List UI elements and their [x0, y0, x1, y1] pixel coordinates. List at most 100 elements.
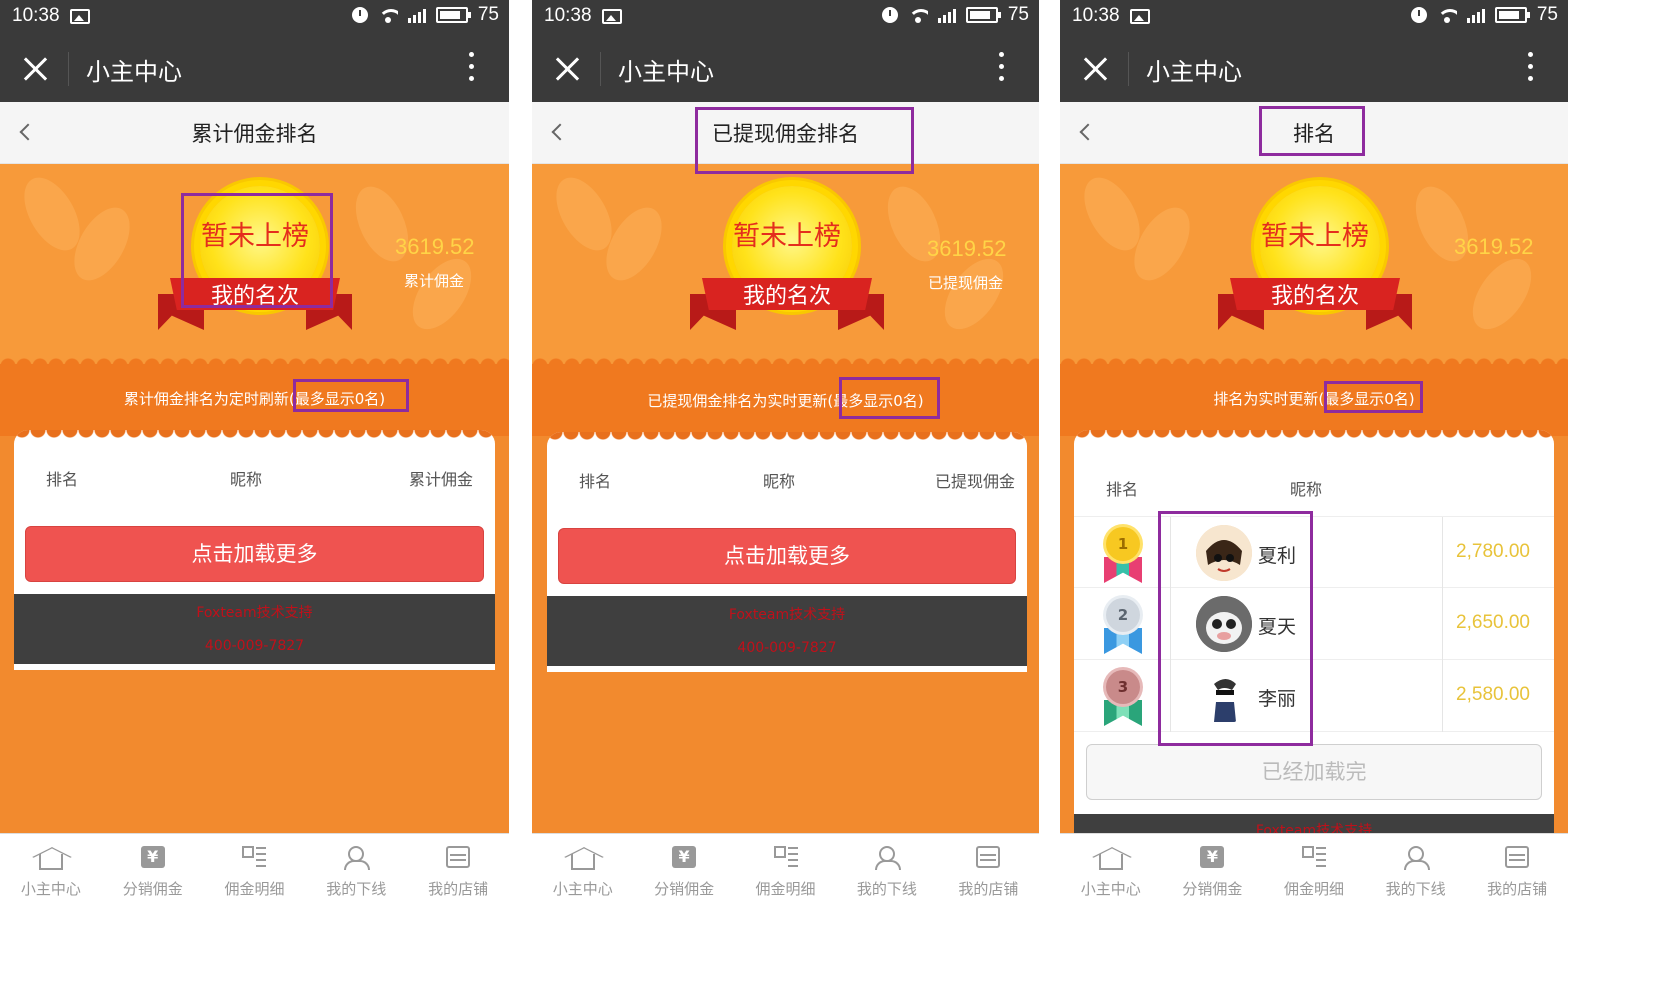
close-icon[interactable] [22, 56, 48, 82]
notice-limit: (最多显示0名) [288, 390, 386, 408]
rank-status-text: 暂未上榜 [1261, 221, 1369, 252]
status-right-group: 75 [351, 4, 499, 26]
avatar [1196, 596, 1252, 652]
signal-icon [937, 7, 956, 23]
header-rank: 排名 [1106, 480, 1139, 499]
header-nickname: 昵称 [763, 472, 796, 491]
header-rank: 排名 [579, 472, 612, 491]
commission-amount: 3619.52 [395, 234, 475, 259]
nav-bar: 累计佣金排名 [0, 102, 509, 164]
column-divider [1442, 588, 1443, 660]
notice-prefix: 排名为实时更新 [1213, 390, 1319, 408]
support-footer: Foxteam技术支持 400-009-7827 [547, 596, 1027, 666]
notice-prefix: 已提现佣金排名为实时更新 [647, 392, 828, 410]
tab-label: 我的下线 [856, 880, 917, 898]
column-divider [1442, 517, 1443, 589]
load-more-button[interactable]: 点击加载更多 [558, 528, 1016, 584]
tab-my-downline[interactable]: 我的下线 [1365, 834, 1467, 905]
tab-commission-details[interactable]: 佣金明细 [204, 834, 306, 905]
member-name: 夏利 [1258, 545, 1297, 567]
load-more-button[interactable]: 点击加载更多 [25, 526, 484, 582]
all-loaded-button[interactable]: 已经加载完 [1086, 744, 1542, 800]
alarm-icon [1410, 7, 1427, 23]
tab-commission-details[interactable]: 佣金明细 [735, 834, 836, 905]
tab-my-downline[interactable]: 我的下线 [836, 834, 937, 905]
rank-badge: 暂未上榜 我的名次 [1218, 186, 1412, 346]
member-amount: 2,780.00 [1456, 541, 1530, 562]
table-row[interactable]: 3 李丽 2,580.00 [1074, 660, 1554, 732]
status-bar: 10:38 75 [0, 0, 509, 34]
wifi-icon [1436, 7, 1457, 23]
app-title: 小主中心 [618, 58, 714, 86]
list-icon [1301, 846, 1326, 868]
alarm-icon [881, 7, 898, 23]
title-bar: 小主中心 [1060, 34, 1568, 102]
screenshot-stage: 10:38 75 小主中心 累计佣金排名 暂未上榜 我的名次 3619.52 累… [0, 0, 1663, 983]
table-row[interactable]: 2 夏天 2,650.00 [1074, 588, 1554, 660]
notice-text: 排名为实时更新(最多显示0名) [1060, 388, 1568, 409]
card-scallop-edge [547, 432, 1027, 446]
battery-icon [1494, 7, 1530, 23]
avatar [1196, 525, 1252, 581]
page-title: 排名 [1293, 122, 1335, 146]
tab-home[interactable]: 小主中心 [0, 834, 102, 905]
rank-status-text: 暂未上榜 [733, 221, 841, 252]
more-menu-icon[interactable] [999, 52, 1005, 84]
close-icon[interactable] [554, 56, 580, 82]
battery-level: 75 [477, 4, 499, 25]
medal-rank: 2 [1106, 598, 1140, 632]
tab-my-shop[interactable]: 我的店铺 [1466, 834, 1568, 905]
status-time: 10:38 [544, 5, 592, 26]
tab-distribution-commission[interactable]: ¥ 分销佣金 [102, 834, 204, 905]
close-icon[interactable] [1082, 56, 1108, 82]
notice-limit: (最多显示0名) [827, 392, 924, 410]
tab-home[interactable]: 小主中心 [532, 834, 633, 905]
member-name: 夏天 [1258, 616, 1297, 638]
people-icon [874, 846, 901, 870]
shop-icon [1505, 846, 1530, 868]
hero-banner: 暂未上榜 我的名次 3619.52 [1060, 164, 1568, 364]
scallop-edge [1060, 356, 1568, 366]
bottom-tabbar: 小主中心 ¥ 分销佣金 佣金明细 我的下线 我的店铺 [0, 833, 509, 905]
tab-label: 我的下线 [1385, 880, 1446, 898]
nav-bar: 已提现佣金排名 [532, 102, 1039, 164]
more-menu-icon[interactable] [1528, 52, 1534, 84]
support-phone: 400-009-7827 [737, 640, 837, 656]
card-scallop-edge [1074, 430, 1554, 444]
tab-label: 我的店铺 [958, 880, 1019, 898]
hero-banner: 暂未上榜 我的名次 3619.52 累计佣金 [0, 164, 509, 364]
support-footer: Foxteam技术支持 400-009-7827 [14, 594, 495, 664]
yen-icon: ¥ [672, 846, 697, 868]
notice-band: 累计佣金排名为定时刷新(最多显示0名) [0, 356, 509, 436]
my-rank-label: 我的名次 [1270, 284, 1359, 309]
battery-icon [435, 7, 471, 23]
more-menu-icon[interactable] [469, 52, 475, 84]
notice-text: 已提现佣金排名为实时更新(最多显示0名) [532, 390, 1039, 411]
page-title: 累计佣金排名 [191, 122, 318, 146]
battery-level: 75 [1536, 4, 1558, 25]
tab-distribution-commission[interactable]: ¥ 分销佣金 [1162, 834, 1264, 905]
people-icon [1403, 846, 1430, 870]
card-scallop-edge [14, 430, 495, 444]
tab-my-downline[interactable]: 我的下线 [305, 834, 407, 905]
signal-icon [407, 7, 426, 23]
title-divider [1128, 52, 1129, 86]
member-amount: 2,650.00 [1456, 612, 1530, 633]
commission-amount: 3619.52 [1454, 234, 1534, 259]
header-rank: 排名 [46, 470, 79, 489]
tab-home[interactable]: 小主中心 [1060, 834, 1162, 905]
tab-distribution-commission[interactable]: ¥ 分销佣金 [633, 834, 734, 905]
status-bar: 10:38 75 [532, 0, 1039, 34]
tab-label: 分销佣金 [122, 880, 183, 898]
rank-status-text: 暂未上榜 [201, 221, 309, 252]
tab-my-shop[interactable]: 我的店铺 [938, 834, 1039, 905]
header-amount: 累计佣金 [408, 470, 473, 489]
table-row[interactable]: 1 夏利 2,780.00 [1074, 516, 1554, 589]
tab-my-shop[interactable]: 我的店铺 [407, 834, 509, 905]
tab-label: 我的店铺 [1487, 880, 1548, 898]
tab-commission-details[interactable]: 佣金明细 [1263, 834, 1365, 905]
tab-label: 佣金明细 [1283, 880, 1344, 898]
home-icon [38, 854, 63, 870]
wifi-icon [907, 7, 928, 23]
tab-label: 小主中心 [20, 880, 81, 898]
